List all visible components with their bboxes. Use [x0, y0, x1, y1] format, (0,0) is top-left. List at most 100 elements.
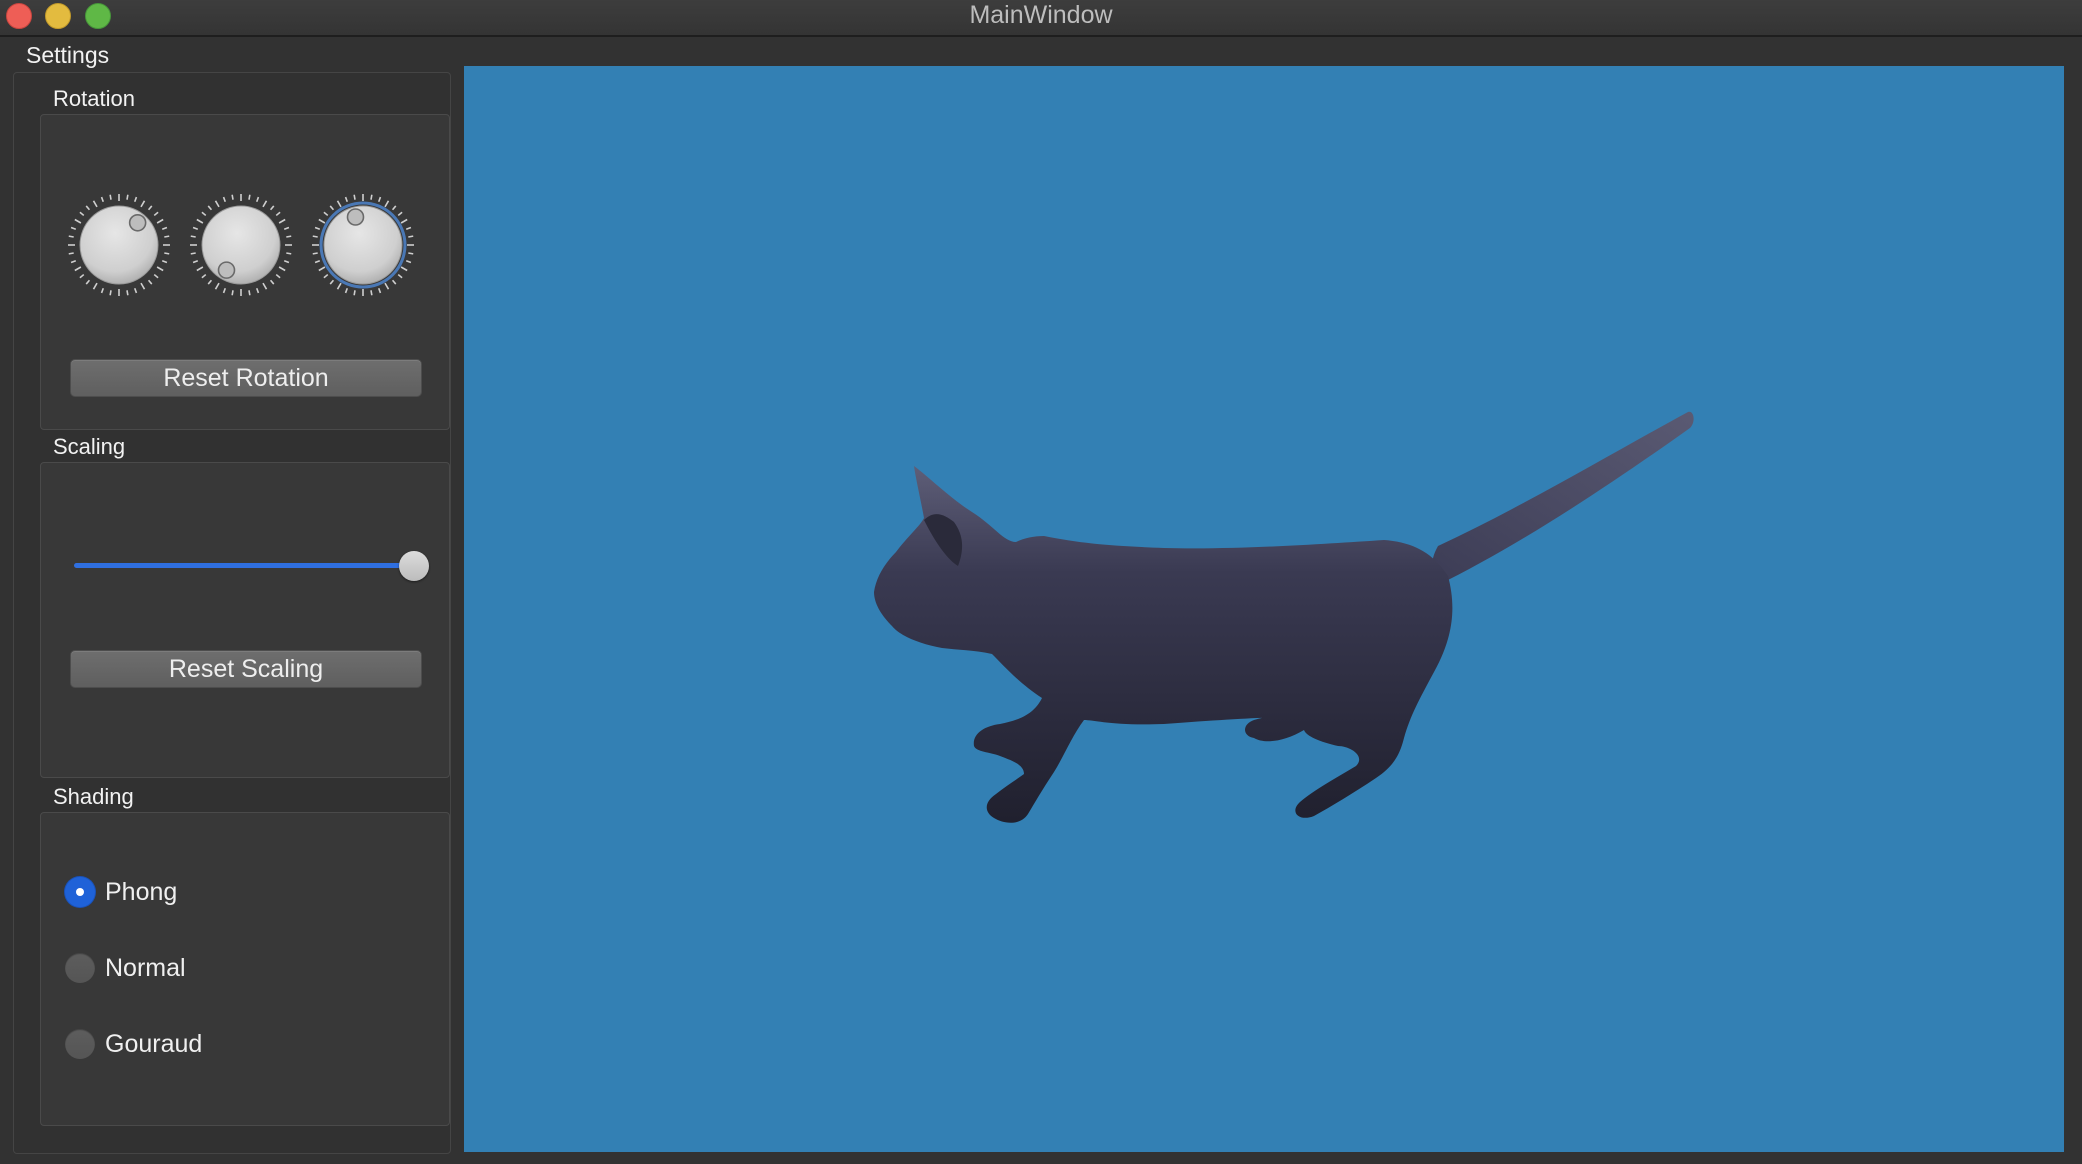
dial-tick — [370, 290, 373, 296]
reset-scaling-button[interactable]: Reset Scaling — [70, 650, 422, 688]
dial-tick — [312, 252, 318, 255]
dial-tick — [214, 200, 220, 208]
dial-tick — [68, 252, 74, 255]
dial-tick — [262, 282, 268, 290]
dial-tick — [397, 273, 403, 279]
shading-group: Phong Normal Gouraud — [40, 812, 450, 1126]
rotation-group-title: Rotation — [53, 86, 135, 111]
dial-tick — [133, 287, 138, 294]
dial-tick — [92, 200, 98, 208]
dial-tick — [85, 205, 91, 211]
dial-tick — [126, 194, 129, 200]
dial-tick — [262, 200, 268, 208]
dial-tick — [201, 273, 207, 279]
dial-tick — [275, 273, 281, 279]
dial-tick — [353, 194, 356, 200]
dial-tick — [207, 205, 213, 211]
rotation-z-dial-graphic — [312, 194, 414, 296]
dial-tick — [286, 235, 292, 238]
opengl-viewport[interactable] — [464, 66, 2064, 1152]
dial-tick — [370, 194, 373, 200]
dial-tick — [70, 226, 77, 231]
dial-tick — [79, 211, 85, 217]
dial-tick — [329, 279, 335, 285]
dial-tick — [161, 259, 168, 264]
normal-radio-indicator — [65, 953, 95, 983]
settings-dock-title: Settings — [26, 42, 110, 68]
cat-model — [874, 411, 1694, 823]
dial-tick — [278, 266, 286, 272]
dial-tick — [323, 273, 329, 279]
dial-tick — [156, 266, 164, 272]
dial-tick — [156, 218, 164, 224]
rotation-group: Reset Rotation — [40, 114, 450, 430]
dial-tick — [133, 196, 138, 203]
dial-tick — [74, 266, 82, 272]
dial-tick — [336, 282, 342, 290]
dial-tick — [283, 259, 290, 264]
dial-tick — [109, 290, 112, 296]
dial-indicator — [217, 261, 236, 279]
dial-tick — [161, 226, 168, 231]
dial-tick — [391, 279, 397, 285]
dial-tick — [275, 211, 281, 217]
dial-tick — [190, 235, 196, 238]
dial-tick — [79, 273, 85, 279]
dial-tick — [397, 211, 403, 217]
dial-tick — [405, 226, 412, 231]
dial-tick — [377, 196, 382, 203]
phong-radio-indicator — [65, 877, 95, 907]
rotation-x-dial[interactable] — [67, 193, 171, 297]
dial-tick — [85, 279, 91, 285]
dial-tick — [207, 279, 213, 285]
dial-tick — [353, 290, 356, 296]
dial-tick — [201, 211, 207, 217]
phong-radio-label: Phong — [105, 878, 178, 906]
dial-tick — [318, 266, 326, 272]
dial-tick — [196, 218, 204, 224]
scaling-slider-fill — [74, 563, 414, 568]
dial-tick — [126, 290, 129, 296]
title-bar: MainWindow — [0, 0, 2082, 37]
normal-radio-label: Normal — [105, 954, 186, 982]
dial-tick — [323, 211, 329, 217]
dial-tick — [255, 196, 260, 203]
dial-tick — [377, 287, 382, 294]
dial-tick — [68, 235, 74, 238]
dial-tick — [408, 235, 414, 238]
dial-tick — [248, 290, 251, 296]
dial-tick — [190, 252, 196, 255]
dial-tick — [286, 252, 292, 255]
scaling-slider-handle[interactable] — [399, 551, 429, 581]
scaling-slider[interactable] — [71, 551, 429, 581]
dial-tick — [344, 196, 349, 203]
dial-tick — [74, 218, 82, 224]
dial-tick — [147, 205, 153, 211]
rotation-y-dial[interactable] — [189, 193, 293, 297]
dial-tick — [255, 287, 260, 294]
dial-tick — [408, 252, 414, 255]
dial-tick — [400, 266, 408, 272]
rotation-z-dial[interactable] — [311, 193, 415, 297]
dial-tick — [164, 235, 170, 238]
dial-tick — [314, 259, 321, 264]
dial-tick — [269, 279, 275, 285]
dial-tick — [214, 282, 220, 290]
dial-tick — [312, 235, 318, 238]
dial-tick — [231, 194, 234, 200]
shading-group-title: Shading — [53, 784, 134, 809]
reset-rotation-button[interactable]: Reset Rotation — [70, 359, 422, 397]
dial-tick — [153, 273, 159, 279]
dial-tick — [391, 205, 397, 211]
dial-tick — [70, 259, 77, 264]
gouraud-radio-indicator — [65, 1029, 95, 1059]
dial-tick — [329, 205, 335, 211]
window-title: MainWindow — [969, 1, 1113, 29]
dial-tick — [248, 194, 251, 200]
cat-body — [874, 411, 1694, 823]
dial-tick — [318, 218, 326, 224]
dial-tick — [100, 196, 105, 203]
rotation-x-dial-graphic — [68, 194, 170, 296]
dial-tick — [269, 205, 275, 211]
dial-tick — [140, 282, 146, 290]
